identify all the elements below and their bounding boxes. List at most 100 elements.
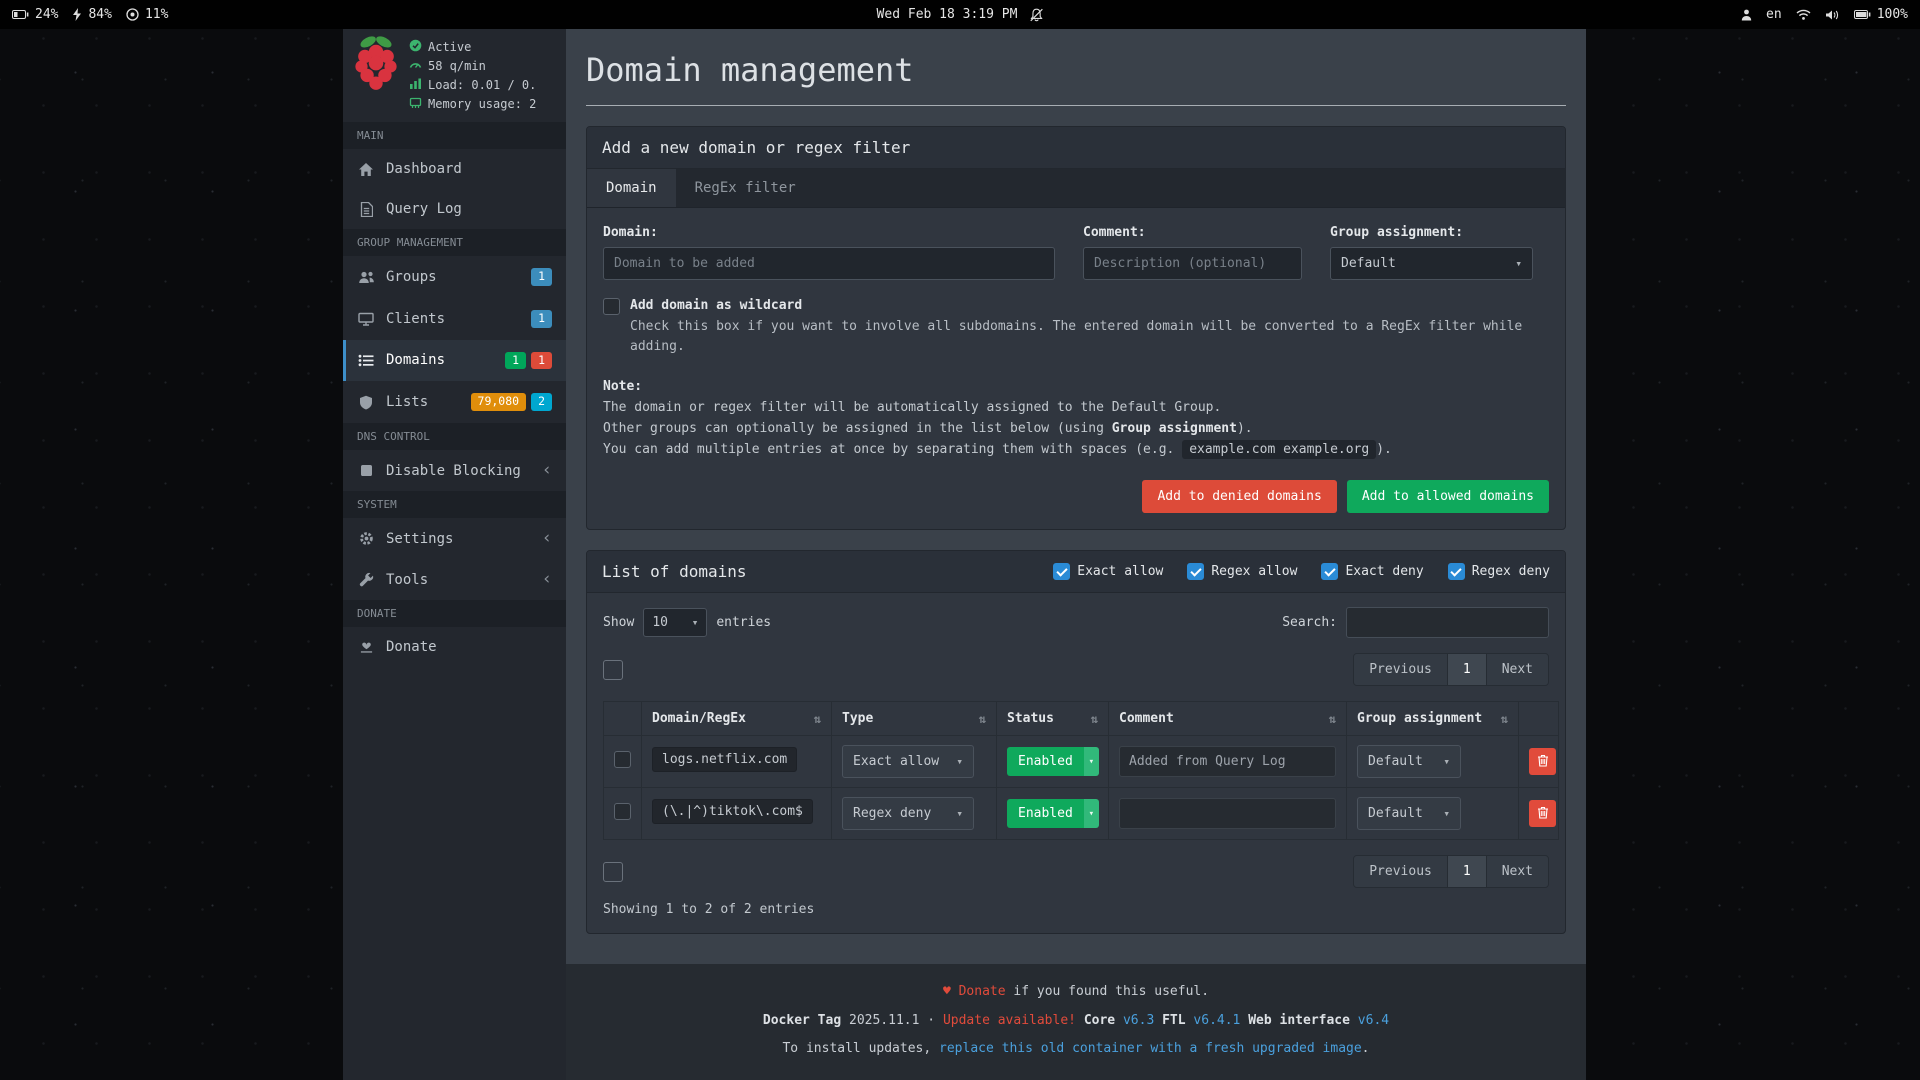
page-number-button[interactable]: 1 (1448, 654, 1487, 685)
groups-count-badge: 1 (531, 268, 552, 286)
charge-indicator: 84% (72, 7, 111, 22)
volume-icon[interactable] (1825, 9, 1840, 21)
wifi-icon[interactable] (1796, 9, 1811, 20)
pagination-top: Previous 1 Next (1353, 653, 1549, 686)
entries-summary: Showing 1 to 2 of 2 entries (603, 902, 1549, 917)
wildcard-checkbox[interactable] (603, 298, 620, 315)
sidebar-item-settings[interactable]: Settings ‹ (343, 518, 566, 559)
page-number-button[interactable]: 1 (1448, 856, 1487, 887)
chevron-down-icon: ▾ (1443, 807, 1450, 820)
header-status[interactable]: Status⇅ (997, 702, 1109, 736)
filter-exact-allow[interactable]: Exact allow (1053, 563, 1163, 580)
domains-table: Domain/RegEx⇅ Type⇅ Status⇅ Comment⇅ Gro… (603, 701, 1559, 840)
stop-icon (357, 464, 375, 477)
row-checkbox[interactable] (614, 751, 631, 768)
group-assignment-label: Group assignment: (1330, 225, 1533, 240)
comment-label: Comment: (1083, 225, 1302, 240)
replace-container-link[interactable]: replace this old container with a fresh … (939, 1041, 1362, 1056)
header-domain[interactable]: Domain/RegEx⇅ (642, 702, 832, 736)
page-size-select[interactable]: 10 ▾ (643, 608, 707, 637)
web-version-link[interactable]: v6.4 (1358, 1013, 1389, 1028)
type-select[interactable]: Exact allow ▾ (842, 745, 974, 778)
sort-icon[interactable]: ⇅ (1501, 712, 1508, 726)
delete-row-button[interactable] (1529, 748, 1556, 775)
clients-count-badge: 1 (531, 310, 552, 328)
sort-icon[interactable]: ⇅ (979, 712, 986, 726)
sidebar-item-groups[interactable]: Groups 1 (343, 256, 566, 298)
previous-page-button[interactable]: Previous (1354, 856, 1448, 887)
users-icon (357, 270, 375, 284)
search-input[interactable] (1346, 607, 1549, 638)
user-session-icon[interactable] (1741, 9, 1752, 21)
status-memory: Memory usage: 2 (409, 96, 536, 112)
add-to-allowed-button[interactable]: Add to allowed domains (1347, 480, 1549, 513)
sidebar-section-dns-control: DNS CONTROL (343, 423, 566, 450)
sidebar-item-domains[interactable]: Domains 1 1 (343, 340, 566, 382)
donate-link[interactable]: Donate (959, 984, 1006, 999)
row-comment-input[interactable] (1119, 798, 1336, 829)
sidebar-section-main: MAIN (343, 122, 566, 149)
header-type[interactable]: Type⇅ (832, 702, 997, 736)
status-toggle-button[interactable]: Enabled ▾ (1007, 747, 1099, 776)
tab-regex-filter[interactable]: RegEx filter (676, 169, 815, 207)
core-version-link[interactable]: v6.3 (1123, 1013, 1154, 1028)
status-toggle-button[interactable]: Enabled ▾ (1007, 799, 1099, 828)
add-card-note: Note: The domain or regex filter will be… (587, 361, 1565, 466)
row-comment-input[interactable] (1119, 746, 1336, 777)
row-checkbox[interactable] (614, 803, 631, 820)
ftl-version-link[interactable]: v6.4.1 (1193, 1013, 1240, 1028)
example-code-chip: example.com example.org (1182, 440, 1376, 459)
sidebar-item-disable-blocking[interactable]: Disable Blocking ‹ (343, 450, 566, 491)
sidebar-item-query-log[interactable]: Query Log (343, 189, 566, 229)
keyboard-layout-indicator[interactable]: en (1766, 7, 1782, 22)
exact-allow-checkbox[interactable] (1053, 563, 1070, 580)
group-assignment-select[interactable]: Default ▾ (1330, 247, 1533, 280)
domain-value: logs.netflix.com (652, 747, 797, 772)
add-card-tabs: Domain RegEx filter (587, 169, 1565, 208)
battery-level-indicator: 24% (12, 7, 58, 22)
sort-icon[interactable]: ⇅ (814, 712, 821, 726)
sidebar-section-donate: DONATE (343, 600, 566, 627)
sidebar-item-clients[interactable]: Clients 1 (343, 298, 566, 340)
sort-icon[interactable]: ⇅ (1091, 712, 1098, 726)
filter-regex-allow[interactable]: Regex allow (1187, 563, 1297, 580)
trash-icon (1537, 806, 1549, 822)
add-to-denied-button[interactable]: Add to denied domains (1142, 480, 1336, 513)
filter-exact-deny[interactable]: Exact deny (1321, 563, 1423, 580)
previous-page-button[interactable]: Previous (1354, 654, 1448, 685)
filter-regex-deny[interactable]: Regex deny (1448, 563, 1550, 580)
delete-row-button[interactable] (1529, 800, 1556, 827)
cpu-icon (126, 8, 139, 21)
select-all-checkbox-bottom[interactable] (603, 862, 623, 882)
battery-full-indicator[interactable]: 100% (1854, 7, 1908, 22)
check-circle-icon (409, 39, 422, 55)
next-page-button[interactable]: Next (1487, 856, 1548, 887)
row-group-select[interactable]: Default ▾ (1357, 797, 1461, 830)
regex-deny-checkbox[interactable] (1448, 563, 1465, 580)
document-icon (357, 202, 375, 217)
tab-domain[interactable]: Domain (587, 169, 676, 207)
sidebar-item-lists[interactable]: Lists 79,080 2 (343, 381, 566, 423)
select-all-checkbox[interactable] (603, 660, 623, 680)
next-page-button[interactable]: Next (1487, 654, 1548, 685)
shield-icon (357, 395, 375, 410)
domain-input[interactable] (603, 247, 1055, 280)
sort-icon[interactable]: ⇅ (1329, 712, 1336, 726)
comment-input[interactable] (1083, 247, 1302, 280)
clock[interactable]: Wed Feb 18 3:19 PM (877, 7, 1044, 22)
row-group-select[interactable]: Default ▾ (1357, 745, 1461, 778)
exact-deny-checkbox[interactable] (1321, 563, 1338, 580)
regex-allow-checkbox[interactable] (1187, 563, 1204, 580)
display-icon (357, 312, 375, 326)
type-select[interactable]: Regex deny ▾ (842, 797, 974, 830)
sidebar-item-tools[interactable]: Tools ‹ (343, 559, 566, 600)
memory-icon (409, 96, 422, 112)
update-available-link[interactable]: Update available! (943, 1013, 1076, 1028)
system-status-bar: 24% 84% 11% Wed Feb 18 3:19 PM en 100% (0, 0, 1920, 29)
sidebar-item-donate[interactable]: Donate (343, 627, 566, 667)
load-bars-icon (409, 77, 422, 93)
header-comment[interactable]: Comment⇅ (1109, 702, 1347, 736)
sidebar-item-dashboard[interactable]: Dashboard (343, 149, 566, 189)
footer-donate-line: ♥ Donate if you found this useful. (566, 978, 1586, 1007)
header-group-assignment[interactable]: Group assignment⇅ (1347, 702, 1519, 736)
